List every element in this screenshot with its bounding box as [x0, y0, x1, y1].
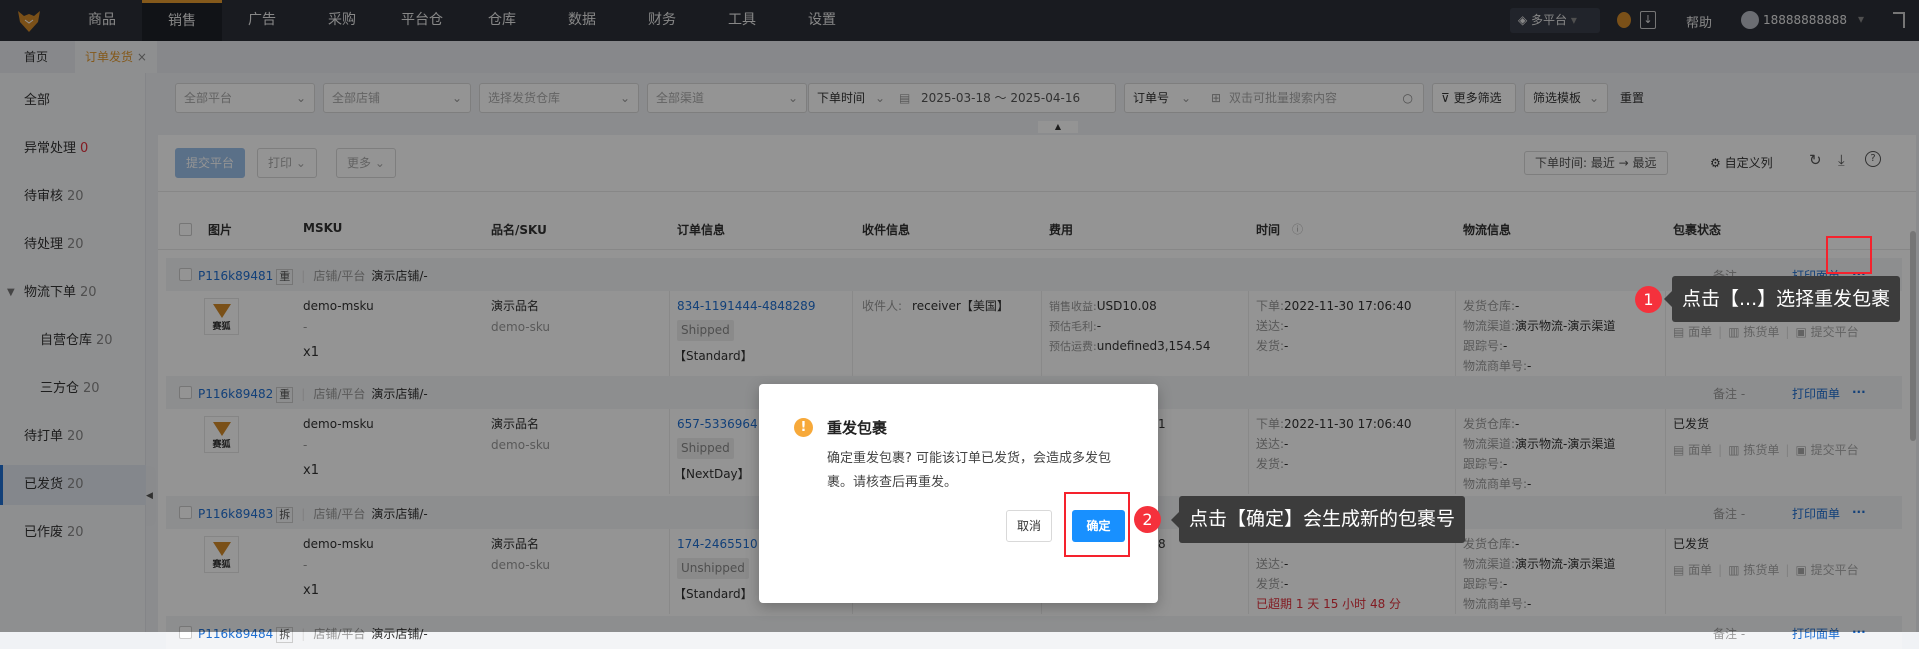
dialog-message: 确定重发包裹? 可能该订单已发货，会造成多发包裹。请核查后再重发。	[827, 451, 1112, 490]
highlight-more-button	[1826, 236, 1872, 274]
warning-icon: !	[794, 418, 813, 437]
step-2-tooltip: 点击【确定】会生成新的包裹号	[1170, 496, 1466, 543]
step-1-tooltip: 点击【...】选择重发包裹	[1663, 276, 1901, 322]
highlight-confirm-button	[1064, 492, 1130, 557]
step-2-badge: 2	[1134, 506, 1161, 533]
cancel-button[interactable]: 取消	[1006, 510, 1052, 542]
dialog-title: 重发包裹	[827, 419, 888, 437]
step-1-badge: 1	[1635, 286, 1662, 313]
